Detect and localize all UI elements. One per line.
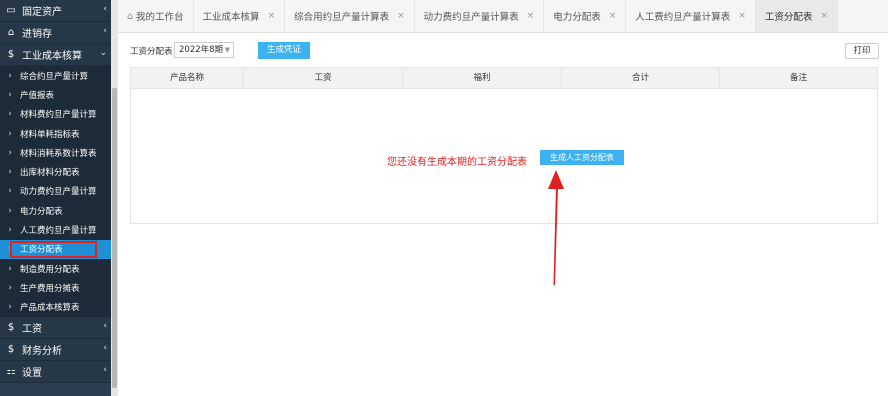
arrow-head (548, 170, 564, 189)
annotation-arrow (548, 170, 564, 285)
arrow-shaft (553, 187, 558, 285)
